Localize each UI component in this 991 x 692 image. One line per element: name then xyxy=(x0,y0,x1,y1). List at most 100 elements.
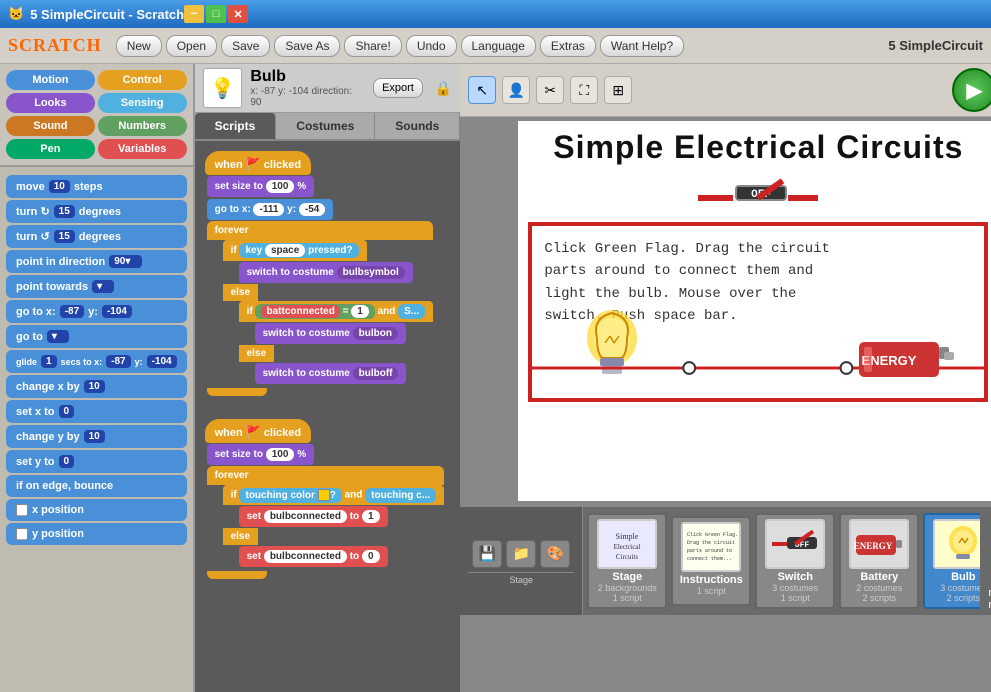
cat-pen-button[interactable]: Pen xyxy=(6,139,95,159)
block-set-size-2[interactable]: set size to 100 % xyxy=(207,444,315,465)
project-name: 5 SimpleCircuit xyxy=(888,38,983,53)
if-block-3[interactable]: if touching color ? and touching c... xyxy=(223,485,444,505)
sprite-card-stage-thumb: Simple Electrical Circuits xyxy=(597,519,657,569)
sprite-info: Bulb x: -87 y: -104 direction: 90 xyxy=(250,68,365,108)
if-body-3: set bulbconnected to 1 xyxy=(239,505,444,528)
block-goto-xy[interactable]: go to x: -87 y: -104 xyxy=(6,300,187,323)
block-turn-left[interactable]: turn ↺ 15 degrees xyxy=(6,225,187,248)
cat-control-button[interactable]: Control xyxy=(98,70,187,90)
block-set-y[interactable]: set y to 0 xyxy=(6,450,187,473)
pointer-tool-button[interactable]: ↖ xyxy=(468,76,496,104)
sprite-panel: 💡 Bulb x: -87 y: -104 direction: 90 Expo… xyxy=(195,64,461,692)
block-edge-bounce[interactable]: if on edge, bounce xyxy=(6,475,187,497)
svg-text:connect them...: connect them... xyxy=(687,556,732,562)
person-tool-button[interactable]: 👤 xyxy=(502,76,530,104)
scissors-tool-button[interactable]: ✂ xyxy=(536,76,564,104)
extras-button[interactable]: Extras xyxy=(540,35,596,57)
block-turn-right[interactable]: turn ↻ 15 degrees xyxy=(6,200,187,223)
sprite-card-instructions[interactable]: Click Green Flag. Drag the circuit parts… xyxy=(671,516,751,606)
menu-bar: SCRATCH New Open Save Save As Share! Und… xyxy=(0,28,991,64)
fullscreen-tool-button[interactable]: ⛶ xyxy=(570,76,598,104)
else-label-2: else xyxy=(239,345,274,362)
block-switch-costume-2[interactable]: switch to costume bulbon xyxy=(255,323,406,344)
cat-sound-button[interactable]: Sound xyxy=(6,116,95,136)
open-button[interactable]: Open xyxy=(166,35,217,57)
cat-looks-button[interactable]: Looks xyxy=(6,93,95,113)
cat-variables-button[interactable]: Variables xyxy=(98,139,187,159)
cat-motion-button[interactable]: Motion xyxy=(6,70,95,90)
if-block-1[interactable]: if key space pressed? xyxy=(223,240,367,261)
block-change-x[interactable]: change x by 10 xyxy=(6,375,187,398)
block-x-position[interactable]: ☑ x position xyxy=(6,499,187,521)
tab-sounds[interactable]: Sounds xyxy=(375,113,460,139)
battery-thumb-svg: ENERGY xyxy=(851,521,907,567)
mouse-coordinates: mouse x: -7 mouse y: 17 xyxy=(980,583,991,615)
sprite-card-instructions-name: Instructions xyxy=(680,574,743,586)
sprite-card-battery[interactable]: ENERGY Battery 2 costumes2 scripts xyxy=(839,513,919,609)
block-switch-costume-1[interactable]: switch to costume bulbsymbol xyxy=(239,262,413,283)
stage-title: Simple Electrical Circuits xyxy=(518,121,991,174)
forever-block-1[interactable]: forever if key space pressed? switch xyxy=(207,221,434,399)
sprite-card-switch-info: 3 costumes1 script xyxy=(772,583,818,603)
cat-numbers-button[interactable]: Numbers xyxy=(98,116,187,136)
sprite-card-switch-name: Switch xyxy=(778,571,813,583)
battery-display: ENERGY xyxy=(854,327,964,390)
block-set-size[interactable]: set size to 100 % xyxy=(207,176,315,197)
minimize-button[interactable]: − xyxy=(184,5,204,23)
script-group-1: when 🚩 clicked set size to 100 % go to x… xyxy=(205,151,451,399)
script-group-2: when 🚩 clicked set size to 100 % forever xyxy=(205,419,451,582)
hat-block-2[interactable]: when 🚩 clicked xyxy=(205,419,311,443)
sprite-card-switch[interactable]: OFF Switch 3 costumes1 script xyxy=(755,513,835,609)
block-switch-costume-3[interactable]: switch to costume bulboff xyxy=(255,363,407,384)
block-set-bulbconnected-1[interactable]: set bulbconnected to 1 xyxy=(239,506,388,527)
green-flag-button[interactable]: ▶ xyxy=(952,68,991,112)
close-button[interactable]: ✕ xyxy=(228,5,248,23)
new-button[interactable]: New xyxy=(116,35,162,57)
svg-text:parts around to: parts around to xyxy=(687,548,732,554)
block-point-towards[interactable]: point towards ▾ xyxy=(6,275,187,298)
if-nested: if battconnected = 1 and S... switch to … xyxy=(239,301,434,385)
block-move-steps[interactable]: move 10 steps xyxy=(6,175,187,198)
save-as-button[interactable]: Save As xyxy=(274,35,340,57)
save-stage-button[interactable]: 💾 xyxy=(472,540,502,568)
category-panel: Motion Control Looks Sensing Sound Numbe… xyxy=(0,64,193,167)
instructions-thumb-svg: Click Green Flag. Drag the circuit parts… xyxy=(683,524,739,570)
svg-text:Circuits: Circuits xyxy=(616,553,638,561)
hat-block-1[interactable]: when 🚩 clicked xyxy=(205,151,311,175)
block-set-bulbconnected-0[interactable]: set bulbconnected to 0 xyxy=(239,546,388,567)
block-set-x[interactable]: set x to 0 xyxy=(6,400,187,423)
forever-cap-2 xyxy=(207,571,267,579)
save-button[interactable]: Save xyxy=(221,35,270,57)
sprite-card-stage-info: 2 backgrounds1 script xyxy=(598,583,657,603)
undo-button[interactable]: Undo xyxy=(406,35,457,57)
tab-costumes[interactable]: Costumes xyxy=(276,113,375,139)
forever-block-2[interactable]: forever if touching color ? and touching… xyxy=(207,466,444,582)
title-bar-icon: 🐱 xyxy=(8,6,24,22)
if-block-2[interactable]: if battconnected = 1 and S... xyxy=(239,301,434,322)
maximize-button[interactable]: □ xyxy=(206,5,226,23)
sprite-card-bulb-thumb xyxy=(933,519,980,569)
grid-tool-button[interactable]: ⊞ xyxy=(604,76,632,104)
script-stack-1: set size to 100 % go to x: -111 y: -54 f… xyxy=(207,175,451,399)
sprite-card-battery-info: 2 costumes2 scripts xyxy=(856,583,902,603)
block-go-to-xy-1[interactable]: go to x: -111 y: -54 xyxy=(207,199,334,220)
stage-area: ↖ 👤 ✂ ⛶ ⊞ ▶ ⬛ Simple Electrical Circuits xyxy=(460,64,991,692)
block-change-y[interactable]: change y by 10 xyxy=(6,425,187,448)
block-glide[interactable]: glide 1 secs to x: -87 y: -104 xyxy=(6,350,187,373)
share-button[interactable]: Share! xyxy=(344,35,401,57)
block-y-position[interactable]: ☑ y position xyxy=(6,523,187,545)
block-point-direction[interactable]: point in direction 90▾ xyxy=(6,250,187,273)
sprite-header: 💡 Bulb x: -87 y: -104 direction: 90 Expo… xyxy=(195,64,461,113)
tab-scripts[interactable]: Scripts xyxy=(195,113,277,139)
cat-sensing-button[interactable]: Sensing xyxy=(98,93,187,113)
sprite-card-bulb[interactable]: Bulb 3 costumes2 scripts xyxy=(923,513,980,609)
export-button[interactable]: Export xyxy=(373,78,423,98)
open-stage-button[interactable]: 📁 xyxy=(506,540,536,568)
block-goto[interactable]: go to ▾ xyxy=(6,325,187,348)
sprite-thumbnail: 💡 xyxy=(203,68,243,108)
language-button[interactable]: Language xyxy=(461,35,536,57)
sprite-card-stage[interactable]: Simple Electrical Circuits Stage 2 backg… xyxy=(587,513,667,609)
help-button[interactable]: Want Help? xyxy=(600,35,684,57)
sprite-icon-image: 💡 xyxy=(210,76,235,101)
paint-stage-button[interactable]: 🎨 xyxy=(540,540,570,568)
